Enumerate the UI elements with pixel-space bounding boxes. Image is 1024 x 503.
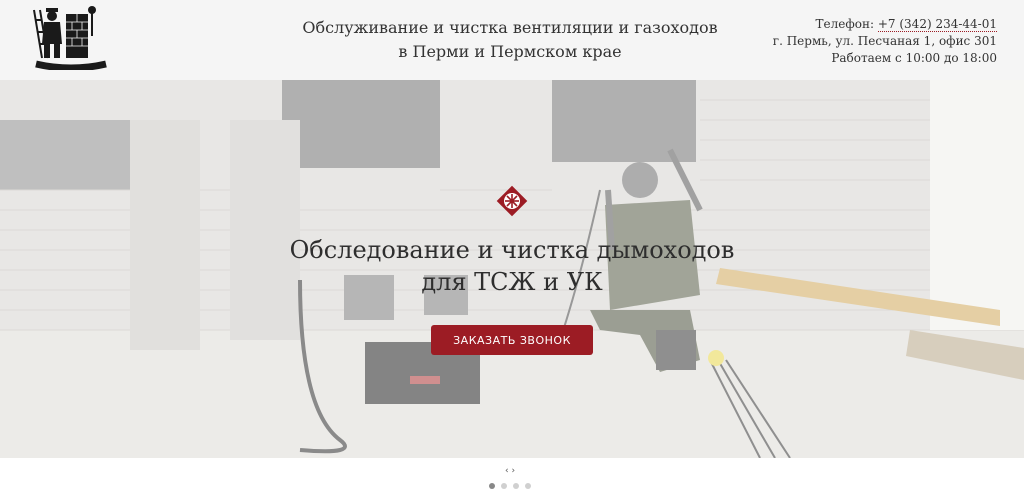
hero-slide: Обследование и чистка дымоходов для ТСЖ … — [0, 80, 1024, 458]
order-call-button[interactable]: ЗАКАЗАТЬ ЗВОНОК — [431, 325, 593, 355]
next-arrow-icon[interactable]: › — [511, 466, 515, 476]
logo[interactable] — [30, 6, 112, 72]
tagline-line-2: в Перми и Пермском крае — [398, 42, 622, 61]
slider-dot[interactable] — [525, 483, 531, 489]
working-hours: Работаем с 10:00 до 18:00 — [831, 51, 997, 65]
slider-arrows: ‹ › — [505, 466, 515, 476]
hero-title-line-1: Обследование и чистка дымоходов — [289, 236, 735, 264]
phone-link[interactable]: +7 (342) 234-44-01 — [877, 17, 997, 32]
header-contacts: Телефон: +7 (342) 234-44-01 г. Пермь, ул… — [773, 16, 997, 67]
header-tagline: Обслуживание и чистка вентиляции и газох… — [260, 16, 760, 64]
phone-label: Телефон: — [815, 17, 875, 31]
slider-pagination — [489, 483, 531, 489]
hero-title: Обследование и чистка дымоходов для ТСЖ … — [200, 234, 824, 298]
slider-dot[interactable] — [513, 483, 519, 489]
snowflake-badge-icon — [496, 185, 528, 217]
phone-row: Телефон: +7 (342) 234-44-01 — [773, 16, 997, 33]
chimney-sweep-logo-icon — [33, 6, 107, 72]
tagline-line-1: Обслуживание и чистка вентиляции и газох… — [302, 18, 718, 37]
slider-dot[interactable] — [489, 483, 495, 489]
prev-arrow-icon[interactable]: ‹ — [505, 466, 509, 476]
slider-dot[interactable] — [501, 483, 507, 489]
hero-title-line-2: для ТСЖ и УК — [421, 268, 603, 296]
address: г. Пермь, ул. Песчаная 1, офис 301 — [772, 34, 997, 48]
site-header: Обслуживание и чистка вентиляции и газох… — [0, 0, 1024, 80]
